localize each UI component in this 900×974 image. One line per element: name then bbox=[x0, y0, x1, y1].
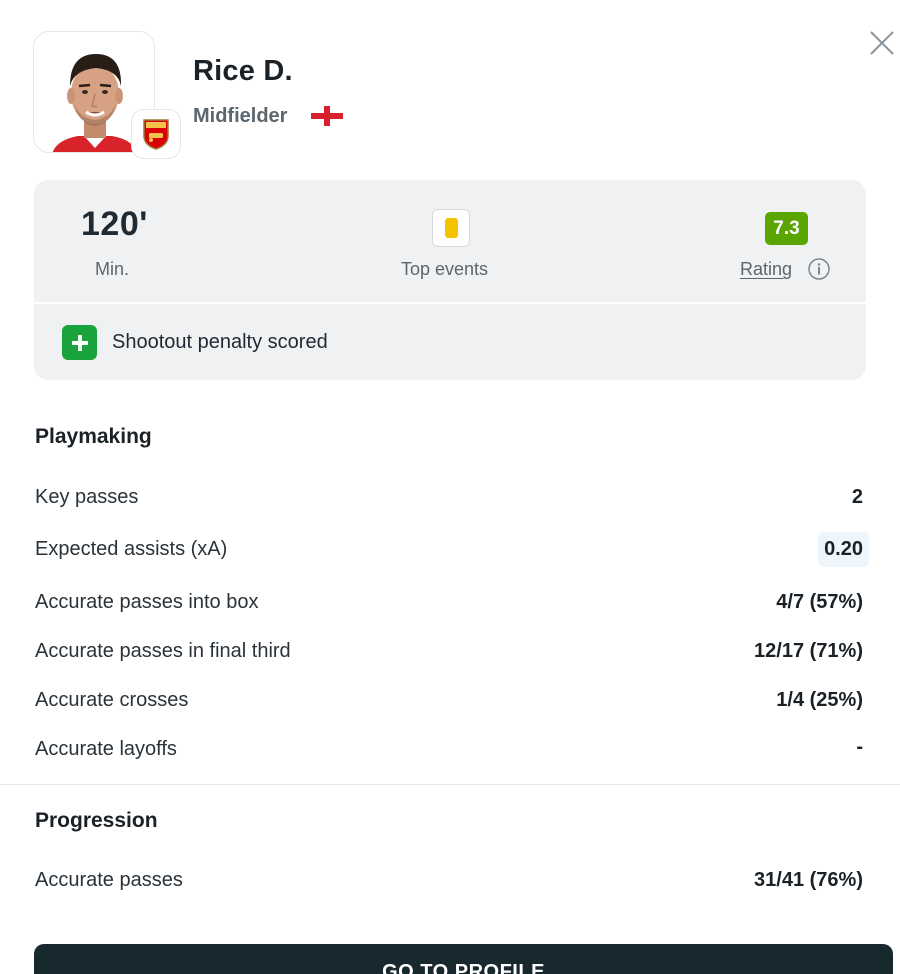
go-to-profile-button[interactable]: GO TO PROFILE bbox=[34, 944, 893, 974]
england-flag-icon bbox=[310, 104, 344, 128]
event-description: Shootout penalty scored bbox=[112, 331, 328, 353]
stat-value-key-passes: 2 bbox=[851, 486, 863, 508]
rating-link[interactable]: Rating bbox=[740, 259, 792, 280]
penalty-scored-icon bbox=[62, 325, 97, 360]
stat-value-passes-into-box: 4/7 (57%) bbox=[776, 591, 863, 613]
player-position: Midfielder bbox=[193, 105, 288, 127]
section-title-progression: Progression bbox=[35, 809, 158, 832]
stat-label-passes-into-box: Accurate passes into box bbox=[35, 591, 259, 613]
close-icon[interactable] bbox=[866, 27, 898, 59]
arsenal-crest-icon bbox=[131, 109, 181, 159]
stat-value-expected-assists: 0.20 bbox=[818, 532, 869, 567]
section-title-playmaking: Playmaking bbox=[35, 425, 152, 448]
stat-label-accurate-passes: Accurate passes bbox=[35, 869, 183, 891]
yellow-card-shape bbox=[444, 218, 458, 238]
stat-value-crosses: 1/4 (25%) bbox=[776, 689, 863, 711]
section-divider bbox=[0, 784, 900, 785]
minutes-played-value: 120' bbox=[81, 205, 148, 243]
minutes-played-label: Min. bbox=[95, 259, 130, 279]
stat-label-layoffs: Accurate layoffs bbox=[35, 738, 177, 760]
top-events-label: Top events bbox=[401, 259, 489, 279]
player-stats-modal: Rice D. Midfielder 120' Min. Top events … bbox=[0, 0, 900, 974]
rating-badge: 7.3 bbox=[765, 212, 808, 245]
summary-divider bbox=[34, 302, 866, 304]
stat-label-expected-assists: Expected assists (xA) bbox=[35, 538, 228, 560]
info-icon[interactable] bbox=[807, 257, 831, 281]
stat-value-layoffs: - bbox=[856, 736, 863, 758]
stat-value-accurate-passes: 31/41 (76%) bbox=[754, 869, 863, 891]
stat-label-key-passes: Key passes bbox=[35, 486, 139, 508]
yellow-card-icon bbox=[432, 209, 470, 247]
stat-label-passes-final-third: Accurate passes in final third bbox=[35, 640, 291, 662]
stat-label-crosses: Accurate crosses bbox=[35, 689, 189, 711]
player-name: Rice D. bbox=[193, 55, 293, 87]
stat-value-passes-final-third: 12/17 (71%) bbox=[754, 640, 863, 662]
